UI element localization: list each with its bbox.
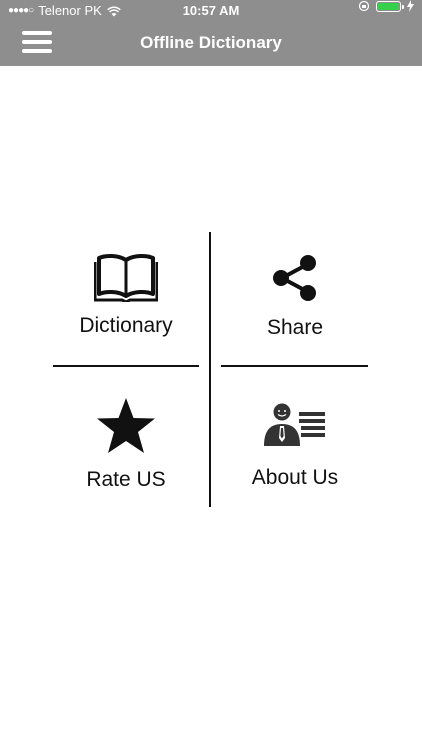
status-bar: ●●●●○ Telenor PK 10:57 AM [0, 0, 422, 22]
status-right [358, 0, 414, 12]
about-us-button[interactable]: About Us [220, 402, 370, 522]
share-icon [273, 255, 316, 301]
share-button[interactable]: Share [220, 254, 370, 374]
star-icon [97, 398, 155, 453]
dictionary-label: Dictionary [79, 314, 173, 337]
rate-us-button[interactable]: Rate US [51, 396, 201, 516]
book-icon [94, 253, 158, 302]
about-person-icon [264, 403, 325, 446]
battery-icon [376, 0, 404, 12]
charging-icon [407, 0, 414, 12]
page-title: Offline Dictionary [140, 33, 282, 52]
home-menu-grid: Dictionary Share Rate US About Us [53, 230, 369, 508]
rotation-lock-icon [358, 0, 370, 12]
vertical-divider [209, 232, 211, 507]
dictionary-button[interactable]: Dictionary [51, 252, 201, 372]
rate-us-label: Rate US [86, 468, 166, 491]
about-us-label: About Us [251, 466, 339, 489]
share-label: Share [266, 316, 324, 339]
nav-header: ●●●●○ Telenor PK 10:57 AM Offline Dictio… [0, 0, 422, 66]
